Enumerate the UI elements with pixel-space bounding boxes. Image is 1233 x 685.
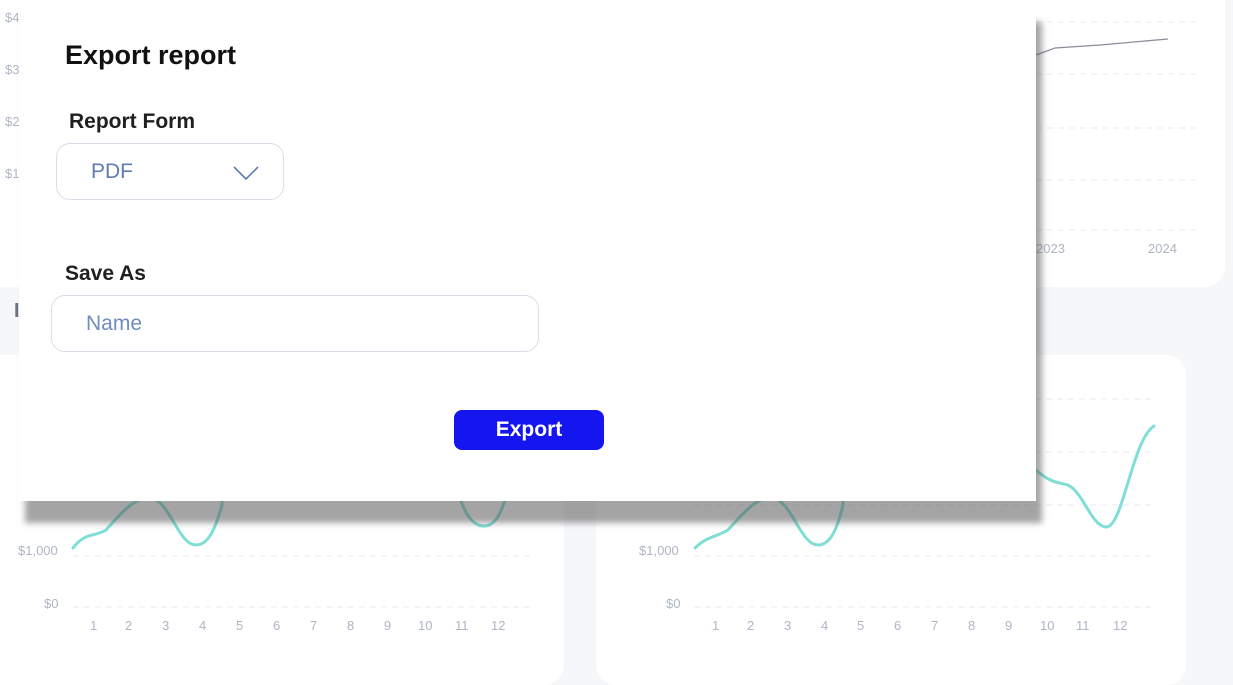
x-tick-label: 4 [199, 618, 207, 633]
save-as-name-input[interactable] [51, 295, 539, 352]
export-report-modal: Export report Report Form PDF Save As Ex… [19, 0, 1036, 501]
x-tick-label: 8 [968, 618, 976, 633]
export-button[interactable]: Export [454, 410, 604, 450]
x-tick-label: 5 [857, 618, 865, 633]
x-tick-label: 12 [1113, 618, 1128, 633]
x-tick-label: 1 [90, 618, 98, 633]
report-form-selected-value: PDF [91, 160, 133, 183]
x-tick-label: 5 [236, 618, 244, 633]
y-tick-label: $1,000 [18, 543, 58, 558]
y-tick-label: $0 [44, 596, 59, 611]
x-tick-label: 7 [310, 618, 318, 633]
x-tick-label: 3 [784, 618, 792, 633]
x-tick-label: 6 [894, 618, 902, 633]
x-tick-label: 11 [1076, 618, 1090, 633]
x-tick-label: 11 [455, 618, 469, 633]
chevron-down-icon [233, 166, 259, 180]
report-form-select[interactable]: PDF [56, 143, 284, 200]
x-tick-label: 9 [1005, 618, 1013, 633]
x-tick-label: 2 [125, 618, 133, 633]
x-tick-label: 4 [821, 618, 829, 633]
x-tick-label: 6 [273, 618, 281, 633]
x-tick-label: 2 [747, 618, 755, 633]
x-tick-label: 9 [384, 618, 392, 633]
modal-title: Export report [65, 40, 237, 70]
x-tick-label: 12 [491, 618, 506, 633]
x-tick-label: 7 [931, 618, 939, 633]
x-tick-label: 1 [712, 618, 720, 633]
x-tick-label: 10 [1040, 618, 1055, 633]
y-tick-label: $1,000 [639, 543, 679, 558]
left-series-line [71, 496, 507, 550]
y-tick-label: $0 [666, 596, 681, 611]
report-form-label: Report Form [69, 110, 195, 133]
x-tick-label: 10 [418, 618, 433, 633]
save-as-label: Save As [65, 262, 146, 285]
x-tick-label: 8 [347, 618, 355, 633]
x-tick-label: 3 [162, 618, 170, 633]
